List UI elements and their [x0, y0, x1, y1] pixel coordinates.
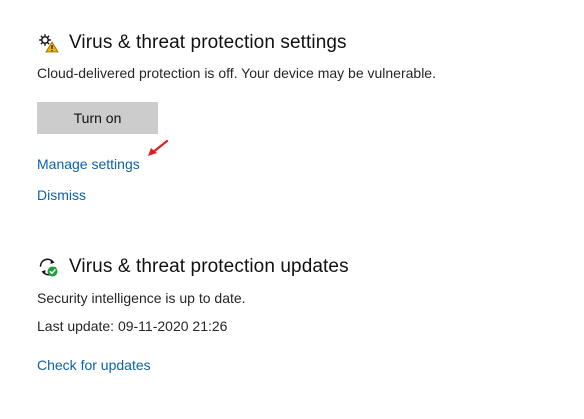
manage-settings-link[interactable]: Manage settings: [37, 155, 140, 173]
updates-section-title: Virus & threat protection updates: [69, 256, 349, 277]
settings-section-title: Virus & threat protection settings: [69, 32, 347, 53]
refresh-check-icon: [37, 256, 59, 278]
protection-status-text: Cloud-delivered protection is off. Your …: [37, 65, 436, 81]
dismiss-link[interactable]: Dismiss: [37, 186, 86, 204]
last-update-text: Last update: 09-11-2020 21:26: [37, 318, 228, 334]
security-intelligence-status: Security intelligence is up to date.: [37, 290, 246, 306]
annotation-arrow-icon: [145, 138, 171, 160]
updates-section-header: Virus & threat protection updates: [37, 254, 349, 280]
settings-section-header: Virus & threat protection settings: [37, 30, 347, 56]
check-for-updates-link[interactable]: Check for updates: [37, 356, 151, 374]
turn-on-button[interactable]: Turn on: [37, 102, 158, 134]
gear-warning-icon: [37, 32, 59, 54]
